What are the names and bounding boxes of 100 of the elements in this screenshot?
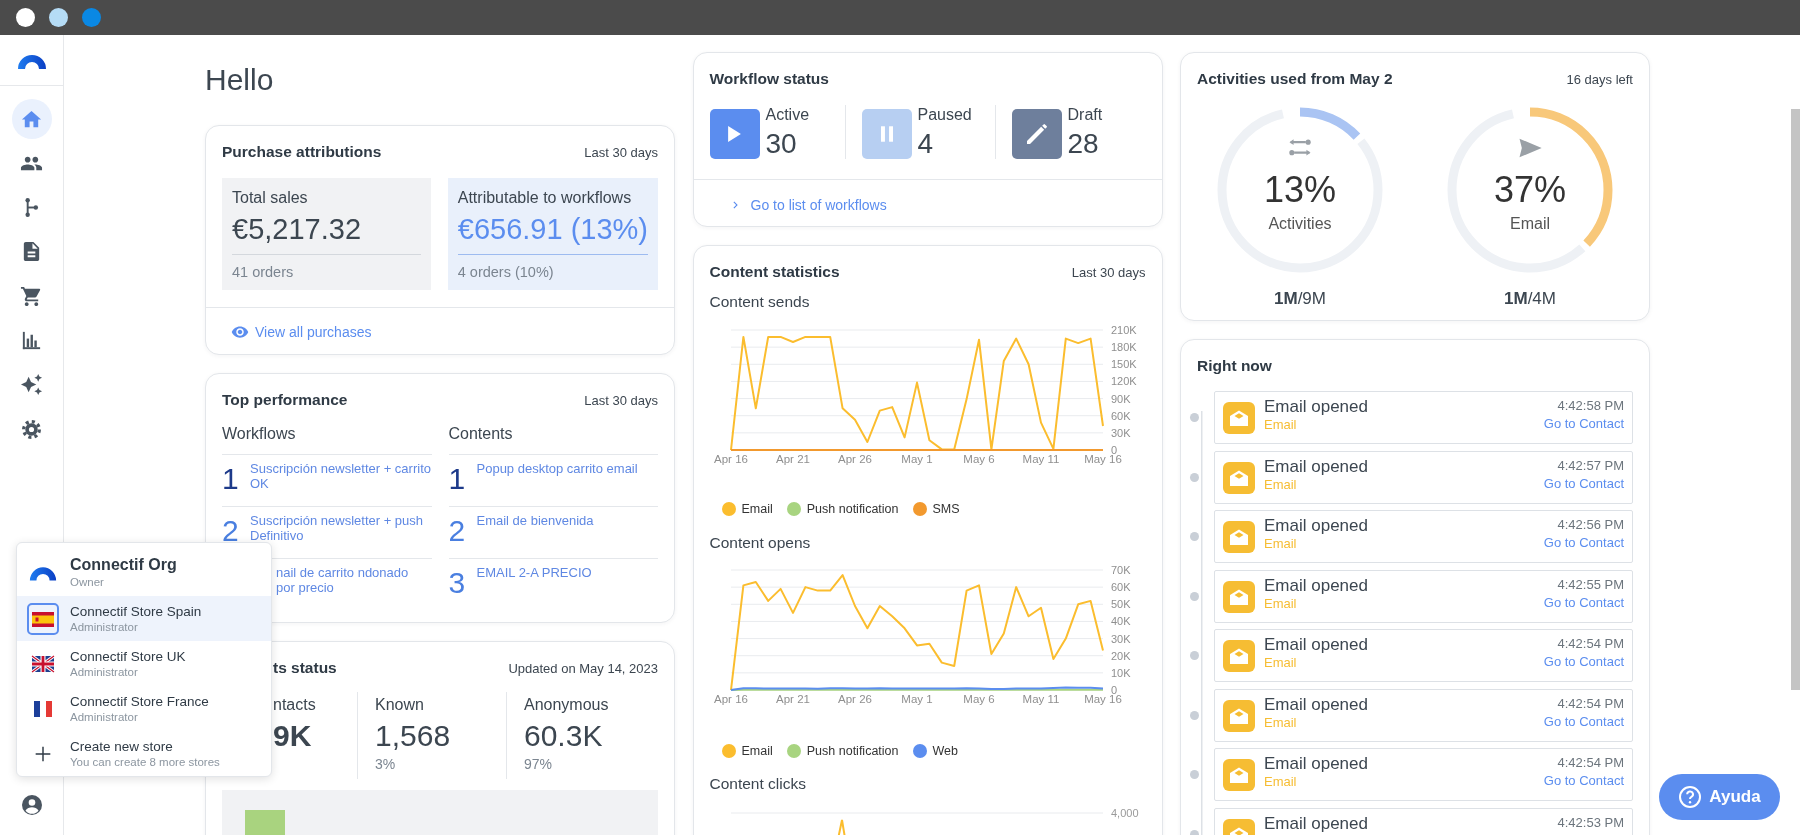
hint-label: You can create 8 more stores — [70, 754, 220, 770]
link[interactable]: Suscripción newsletter + carrito OK — [250, 461, 432, 506]
event-title: Email opened — [1264, 635, 1368, 655]
link[interactable]: Go to Contact — [1543, 593, 1624, 611]
menu-item[interactable]: Connectif Store UK Administrator — [17, 641, 271, 686]
role-label: Owner — [70, 574, 105, 590]
stat-value: €656.91 (13%) — [457, 212, 648, 246]
play-icon — [728, 126, 741, 142]
stat-value: 9K — [273, 719, 313, 753]
menu-item[interactable]: Connectif Store Spain Administrator — [17, 596, 271, 641]
event-time: 4:42:54 PM — [1556, 754, 1624, 772]
stat-value: 60.3K — [524, 719, 604, 753]
event-time: 4:42:54 PM — [1556, 635, 1624, 653]
card-title: Top performance — [222, 391, 348, 409]
event-title: Email opened — [1264, 456, 1368, 477]
pause-icon — [880, 126, 893, 142]
stat-label: Total sales — [232, 188, 309, 208]
help-button[interactable]: Ayuda — [1659, 774, 1780, 820]
link[interactable]: Go to Contact — [1543, 712, 1624, 730]
order-count: 41 orders — [232, 263, 295, 281]
axis-label: Apr 26 — [837, 693, 872, 705]
axis-label: May 6 — [962, 693, 995, 705]
link[interactable]: Go to Contact — [1543, 772, 1624, 789]
role-label: Administrator — [70, 619, 139, 635]
legend-label: SMS — [932, 502, 960, 516]
gauge-label: Email — [1510, 214, 1550, 234]
timeline-dot — [1190, 770, 1199, 779]
axis-label: Apr 16 — [713, 693, 748, 705]
link[interactable]: Go to list of workflows — [728, 196, 887, 213]
usage-label: 1M/4M — [1504, 288, 1556, 310]
axis-label: 150K — [1110, 358, 1137, 371]
status-label: Draft — [1067, 106, 1103, 124]
link[interactable]: Go to Contact — [1543, 474, 1624, 492]
channel-label: Email — [1264, 774, 1298, 790]
link[interactable]: Email de bienvenida — [476, 513, 594, 558]
card-title: Right now — [1197, 357, 1272, 375]
chart-title: Content sends — [708, 292, 811, 312]
stat-label: Known — [375, 695, 425, 715]
play-tile[interactable] — [709, 109, 760, 159]
event-time: 4:42:58 PM — [1556, 397, 1624, 415]
axis-label: May 1 — [900, 693, 933, 705]
eye-icon — [231, 323, 249, 341]
channel-label: Email — [1264, 655, 1298, 671]
update-date: Updated on May 14, 2023 — [508, 660, 658, 676]
window-button[interactable] — [16, 8, 35, 27]
timeline-dot — [1190, 651, 1199, 660]
settings-icon — [20, 417, 43, 441]
link[interactable]: nail de carrito ndonado por precio — [276, 565, 426, 611]
link[interactable]: EMAIL 2-A PRECIO — [476, 565, 592, 611]
store-name: Connectif Store UK — [70, 647, 186, 665]
days-left-label: 16 days left — [1566, 71, 1633, 87]
scrollbar[interactable] — [1791, 109, 1800, 690]
usage-label: 1M/9M — [1274, 288, 1326, 310]
link[interactable]: Popup desktop carrito email — [476, 461, 638, 506]
rank-number: 2 — [222, 513, 240, 549]
axis-label: 90K — [1110, 392, 1131, 405]
menu-item[interactable]: Create new store You can create 8 more stores — [17, 731, 271, 776]
card-title: Purchase attributions — [222, 143, 382, 161]
status-count: 28 — [1067, 128, 1100, 160]
account-icon — [19, 793, 44, 817]
timeline-dot — [1190, 413, 1199, 422]
chart-line — [835, 819, 847, 835]
pencil-icon — [1026, 124, 1047, 144]
link[interactable]: Go to Contact — [1543, 534, 1624, 551]
pencil-tile[interactable] — [1011, 109, 1062, 159]
role-label: Administrator — [70, 664, 139, 680]
column-heading: Workflows — [222, 424, 297, 444]
link[interactable]: Go to Contact — [1543, 653, 1624, 670]
timeline-dot — [1190, 710, 1199, 720]
envelope-icon — [1223, 402, 1255, 434]
legend-label: Push notification — [806, 744, 899, 758]
legend-label: Email — [741, 744, 773, 758]
stat-share: 3% — [375, 755, 397, 773]
axis-label: 40K — [1110, 615, 1131, 628]
cart-icon — [20, 284, 43, 308]
gauge-percent: 37% — [1493, 170, 1567, 210]
channel-label: Email — [1264, 595, 1298, 612]
link[interactable]: Go to Contact — [1543, 415, 1624, 432]
axis-label: 10K — [1110, 666, 1131, 679]
card-title: Workflow status — [709, 70, 829, 88]
order-count: 4 orders (10%) — [457, 263, 555, 281]
axis-label: 120K — [1110, 375, 1137, 388]
timeline-dot — [1190, 472, 1199, 482]
window-button[interactable] — [49, 8, 68, 27]
event-time: 4:42:56 PM — [1556, 516, 1624, 534]
org-name: Connectif Org — [70, 554, 177, 575]
stat-value: €5,217.32 — [232, 212, 362, 246]
nav-button[interactable] — [11, 99, 52, 139]
menu-item[interactable]: Connectif Store France Administrator — [17, 686, 271, 731]
channel-label: Email — [1264, 417, 1298, 433]
rank-number: 2 — [448, 513, 467, 549]
link[interactable]: View all purchases — [231, 323, 372, 341]
bar-chart-icon — [20, 329, 43, 352]
event-title: Email opened — [1264, 397, 1368, 417]
event-title: Email opened — [1264, 754, 1368, 774]
axis-label: May 11 — [1022, 453, 1059, 465]
pause-tile[interactable] — [861, 109, 912, 159]
period-label: Last 30 days — [584, 144, 658, 160]
event-title: Email opened — [1264, 516, 1368, 536]
status-count: 4 — [917, 128, 935, 160]
